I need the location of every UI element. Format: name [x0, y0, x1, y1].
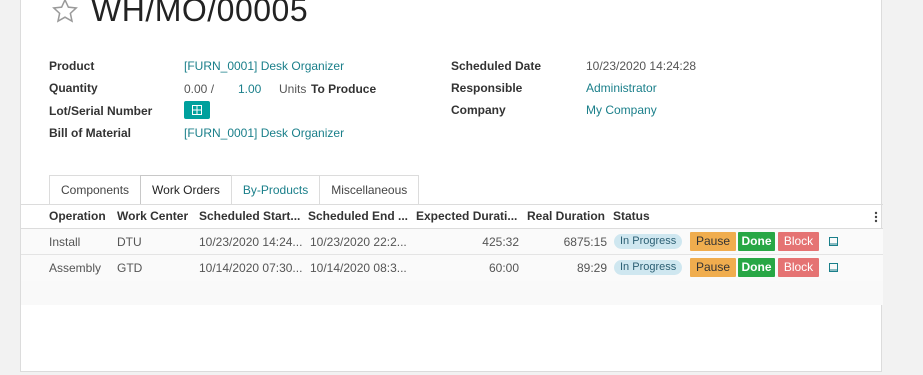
status-badge: In Progress: [614, 260, 683, 275]
table-row[interactable]: Install DTU 10/23/2020 14:24... 10/23/20…: [21, 229, 883, 255]
table-empty-row: [21, 281, 883, 305]
cell-real-duration: 89:29: [576, 261, 607, 275]
responsible-link[interactable]: Administrator: [586, 81, 657, 95]
grid-icon: [192, 105, 202, 115]
block-button[interactable]: Block: [778, 232, 819, 251]
bom-link[interactable]: [FURN_0001] Desk Organizer: [184, 126, 344, 140]
cell-operation: Assembly: [49, 261, 102, 275]
bom-label: Bill of Material: [49, 126, 132, 140]
tablet-icon[interactable]: [829, 263, 838, 273]
block-button[interactable]: Block: [778, 258, 819, 277]
scheduled-date-value: 10/23/2020 14:24:28: [586, 59, 697, 73]
company-link[interactable]: My Company: [586, 103, 657, 117]
cell-expected-duration: 425:32: [482, 235, 519, 249]
status-badge: In Progress: [614, 234, 683, 249]
responsible-label: Responsible: [451, 81, 523, 95]
cell-scheduled-end: 10/14/2020 08:3...: [310, 261, 407, 275]
cell-expected-duration: 60:00: [488, 261, 519, 275]
pause-button[interactable]: Pause: [690, 232, 736, 251]
table-header: Operation Work Center Scheduled Start...…: [21, 205, 883, 227]
cell-work-center: GTD: [117, 261, 143, 275]
cell-scheduled-end: 10/23/2020 22:2...: [310, 235, 407, 249]
cell-operation: Install: [49, 235, 81, 249]
title-row: WH/MO/00005: [51, 0, 308, 29]
col-scheduled-start[interactable]: Scheduled Start...: [199, 209, 300, 223]
cell-scheduled-start: 10/23/2020 14:24...: [199, 235, 303, 249]
col-scheduled-end[interactable]: Scheduled End ...: [308, 209, 408, 223]
col-status[interactable]: Status: [613, 209, 650, 223]
col-operation[interactable]: Operation: [49, 209, 106, 223]
cell-work-center: DTU: [117, 235, 142, 249]
lot-button[interactable]: [184, 101, 210, 119]
quantity-produced: 0.00 /: [184, 82, 215, 96]
quantity-unit: Units: [279, 82, 307, 96]
col-real-duration[interactable]: Real Duration: [527, 209, 605, 223]
lot-label: Lot/Serial Number: [49, 104, 153, 118]
tablet-icon[interactable]: [829, 237, 838, 247]
tab-work-orders[interactable]: Work Orders: [140, 175, 232, 205]
tab-components[interactable]: Components: [49, 175, 142, 204]
done-button[interactable]: Done: [738, 232, 775, 251]
product-label: Product: [49, 59, 95, 73]
kebab-icon[interactable]: [874, 211, 878, 223]
quantity-suffix: To Produce: [311, 82, 377, 96]
quantity-label: Quantity: [49, 81, 98, 95]
product-link[interactable]: [FURN_0001] Desk Organizer: [184, 59, 344, 73]
pause-button[interactable]: Pause: [690, 258, 736, 277]
cell-scheduled-start: 10/14/2020 07:30...: [199, 261, 303, 275]
cell-real-duration: 6875:15: [563, 235, 607, 249]
col-expected-duration[interactable]: Expected Durati...: [416, 209, 517, 223]
tab-by-products[interactable]: By-Products: [230, 175, 321, 204]
scheduled-date-label: Scheduled Date: [451, 59, 542, 73]
star-icon[interactable]: [51, 0, 79, 25]
table-row[interactable]: Assembly GTD 10/14/2020 07:30... 10/14/2…: [21, 255, 883, 281]
tab-miscellaneous[interactable]: Miscellaneous: [319, 175, 420, 204]
quantity-target[interactable]: 1.00: [238, 82, 261, 96]
done-button[interactable]: Done: [738, 258, 775, 277]
notebook-tabs: Components Work Orders By-Products Misce…: [49, 175, 420, 205]
col-work-center[interactable]: Work Center: [117, 209, 188, 223]
record-title: WH/MO/00005: [91, 0, 309, 28]
form-sheet: WH/MO/00005 Product [FURN_0001] Desk Org…: [20, 0, 883, 372]
company-label: Company: [451, 103, 506, 117]
